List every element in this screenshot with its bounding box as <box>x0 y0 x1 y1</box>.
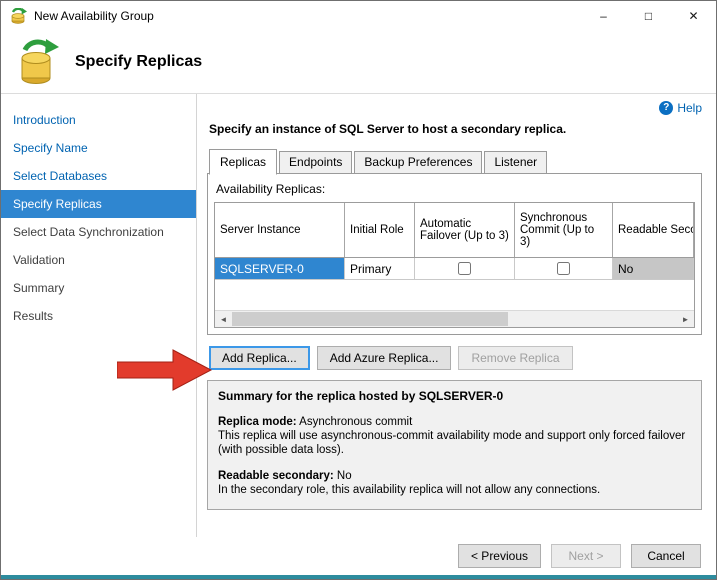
availability-replicas-label: Availability Replicas: <box>216 182 326 196</box>
main-content: ? Help Specify an instance of SQL Server… <box>197 94 716 537</box>
horizontal-scrollbar[interactable]: ◄ ► <box>215 310 694 327</box>
instruction-text: Specify an instance of SQL Server to hos… <box>209 122 567 136</box>
scroll-left-icon[interactable]: ◄ <box>215 311 232 327</box>
readable-secondary-line: Readable secondary: No <box>218 469 691 483</box>
cell-server-instance[interactable]: SQLSERVER-0 <box>215 258 345 279</box>
tab-listener[interactable]: Listener <box>484 151 548 174</box>
help-label: Help <box>677 101 702 115</box>
cell-readable-secondary: No <box>613 258 694 279</box>
sidebar-item-validation: Validation <box>13 253 65 267</box>
column-header-synchronous-commit: Synchronous Commit (Up to 3) <box>515 203 613 257</box>
replica-summary-panel: Summary for the replica hosted by SQLSER… <box>207 380 702 510</box>
replica-mode-value: Asynchronous commit <box>299 416 413 428</box>
cell-automatic-failover <box>415 258 515 279</box>
sidebar-item-results: Results <box>13 309 54 323</box>
help-icon: ? <box>659 101 674 115</box>
synchronous-commit-checkbox[interactable] <box>557 262 570 275</box>
new-availability-group-window: New Availability Group – □ ✕ Specify Rep… <box>0 0 717 580</box>
minimize-button[interactable]: – <box>581 1 626 31</box>
window-icon <box>11 7 27 24</box>
column-header-initial-role: Initial Role <box>345 203 415 257</box>
readable-secondary-label: Readable secondary: <box>218 470 334 482</box>
wizard-header: Specify Replicas <box>1 31 716 94</box>
grid-header-row: Server Instance Initial Role Automatic F… <box>215 203 694 258</box>
tab-strip: Replicas Endpoints Backup Preferences Li… <box>209 149 702 175</box>
tab-backup-preferences[interactable]: Backup Preferences <box>354 151 483 174</box>
sidebar-item-select-data-synchronization: Select Data Synchronization <box>13 225 164 239</box>
grid-empty-area <box>215 280 694 310</box>
summary-title: Summary for the replica hosted by SQLSER… <box>218 389 504 403</box>
next-button: Next > <box>551 544 621 568</box>
replica-mode-label: Replica mode: <box>218 416 297 428</box>
replica-mode-line: Replica mode: Asynchronous commit <box>218 415 691 429</box>
close-button[interactable]: ✕ <box>671 1 716 31</box>
readable-secondary-description: In the secondary role, this availability… <box>218 484 601 496</box>
previous-button[interactable]: < Previous <box>457 544 541 568</box>
automatic-failover-checkbox[interactable] <box>458 262 471 275</box>
scroll-right-icon[interactable]: ► <box>677 311 694 327</box>
sidebar-item-summary: Summary <box>13 281 65 295</box>
availability-group-database-icon <box>21 39 59 84</box>
column-header-readable-secondary: Readable Seco <box>613 203 694 257</box>
replica-action-buttons: Add Replica... Add Azure Replica... Remo… <box>209 346 702 370</box>
sidebar-item-specify-name[interactable]: Specify Name <box>1 134 196 162</box>
tab-endpoints[interactable]: Endpoints <box>279 151 353 174</box>
readable-secondary-value: No <box>336 470 352 482</box>
sidebar-item-specify-replicas[interactable]: Specify Replicas <box>1 190 196 218</box>
column-header-server-instance: Server Instance <box>215 203 345 257</box>
replicas-tab-panel: Availability Replicas: Server Instance I… <box>207 173 702 335</box>
add-replica-button[interactable]: Add Replica... <box>209 346 310 370</box>
titlebar: New Availability Group – □ ✕ <box>1 1 716 31</box>
add-azure-replica-button[interactable]: Add Azure Replica... <box>316 346 452 370</box>
cancel-button[interactable]: Cancel <box>631 544 701 568</box>
sidebar-item-select-databases[interactable]: Select Databases <box>1 162 196 190</box>
table-row: SQLSERVER-0 Primary No <box>215 258 694 280</box>
window-title: New Availability Group <box>34 9 154 23</box>
column-header-automatic-failover: Automatic Failover (Up to 3) <box>415 203 515 257</box>
bottom-accent-bar <box>1 575 716 579</box>
scrollbar-thumb[interactable] <box>232 312 508 326</box>
page-title: Specify Replicas <box>75 53 203 70</box>
sidebar-item-introduction[interactable]: Introduction <box>1 106 196 134</box>
wizard-body: Introduction Specify Name Select Databas… <box>1 94 716 537</box>
scrollbar-track[interactable] <box>232 311 677 327</box>
help-link[interactable]: ? Help <box>207 100 702 116</box>
maximize-button[interactable]: □ <box>626 1 671 31</box>
window-controls: – □ ✕ <box>581 1 716 31</box>
remove-replica-button: Remove Replica <box>458 346 573 370</box>
cell-synchronous-commit <box>515 258 613 279</box>
replica-mode-description: This replica will use asynchronous-commi… <box>218 430 686 456</box>
cell-initial-role[interactable]: Primary <box>345 258 415 279</box>
availability-replicas-grid: Server Instance Initial Role Automatic F… <box>214 202 695 328</box>
tab-replicas[interactable]: Replicas <box>209 149 278 175</box>
wizard-steps-sidebar: Introduction Specify Name Select Databas… <box>1 94 197 537</box>
wizard-footer: < Previous Next > Cancel <box>1 537 716 575</box>
